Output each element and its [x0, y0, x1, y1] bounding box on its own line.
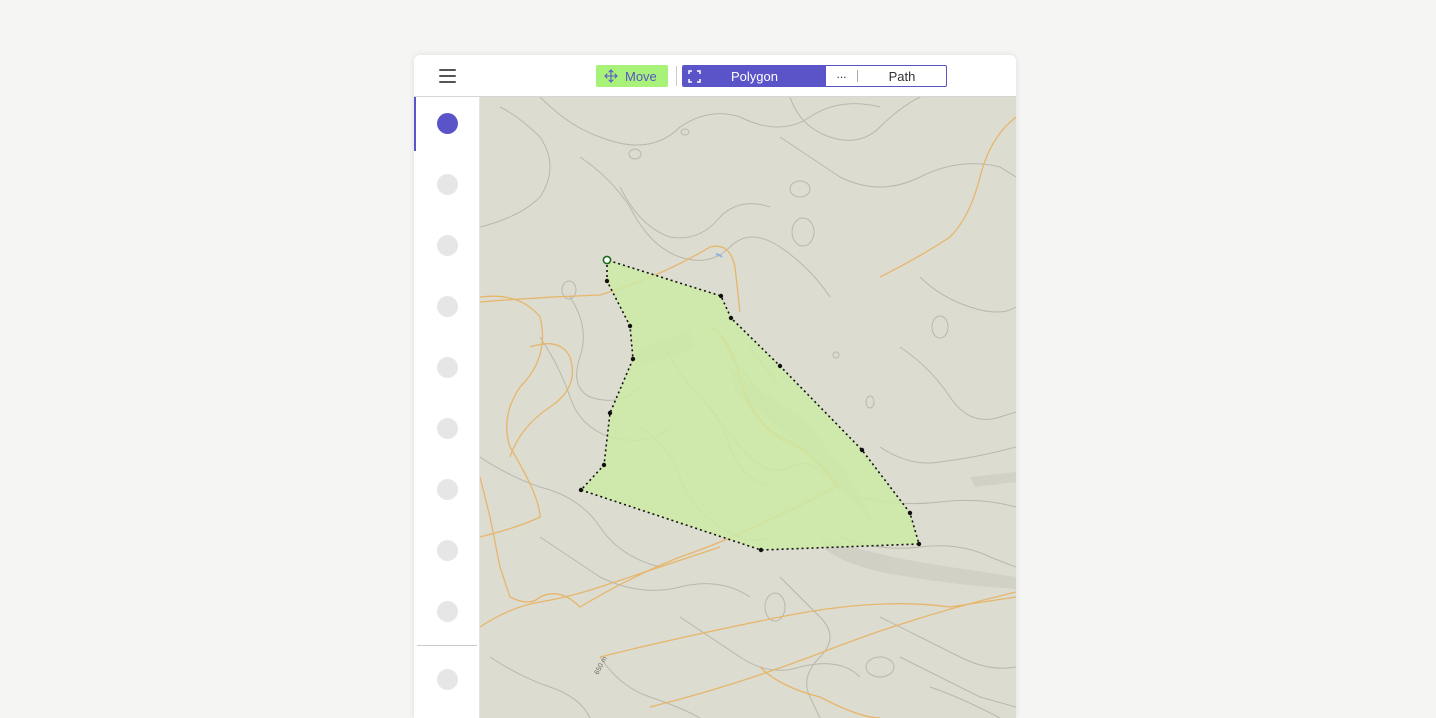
toolbar: Move Polygon ... Path [414, 55, 1016, 97]
sidebar-item-dot [437, 296, 458, 317]
move-arrows-icon [604, 69, 618, 83]
map-svg[interactable]: 650 m [480, 97, 1016, 718]
toolbar-divider [676, 66, 677, 86]
sidebar-divider [417, 645, 477, 646]
polygon-mode-label: Polygon [731, 68, 778, 84]
sidebar-item-9[interactable] [414, 585, 480, 639]
map-canvas[interactable]: 650 m [480, 97, 1016, 718]
sidebar [414, 97, 480, 718]
sidebar-item-dot [437, 669, 458, 690]
hamburger-menu-icon [439, 69, 456, 71]
hamburger-line [439, 75, 456, 77]
sidebar-item-8[interactable] [414, 524, 480, 578]
path-mode-button[interactable]: Path [858, 66, 946, 86]
sidebar-item-4[interactable] [414, 280, 480, 334]
menu-button[interactable] [436, 66, 460, 86]
sidebar-item-dot [437, 601, 458, 622]
hamburger-line [439, 81, 456, 83]
sidebar-item-dot [437, 418, 458, 439]
sidebar-item-6[interactable] [414, 402, 480, 456]
sidebar-item-dot [437, 174, 458, 195]
sidebar-item-1[interactable] [414, 97, 480, 151]
sidebar-item-7[interactable] [414, 463, 480, 517]
sidebar-item-dot [437, 540, 458, 561]
fullscreen-corners-icon [688, 70, 701, 83]
more-modes-button[interactable]: ... [826, 67, 858, 82]
sidebar-item-2[interactable] [414, 158, 480, 212]
app-window: Move Polygon ... Path 650 m [414, 55, 1016, 718]
sidebar-item-5[interactable] [414, 341, 480, 395]
polygon-mode-button[interactable]: Polygon [683, 66, 826, 86]
sidebar-item-dot [437, 357, 458, 378]
sidebar-item-dot [437, 479, 458, 500]
drawn-polygon[interactable] [581, 260, 919, 550]
sidebar-item-dot [437, 113, 458, 134]
move-button[interactable]: Move [596, 65, 668, 87]
draw-mode-segmented-control: Polygon ... Path [682, 65, 947, 87]
sidebar-item-dot [437, 235, 458, 256]
polygon-start-vertex[interactable] [602, 255, 612, 265]
sidebar-item-3[interactable] [414, 219, 480, 273]
move-button-label: Move [625, 68, 657, 84]
sidebar-footer-item[interactable] [414, 653, 480, 707]
